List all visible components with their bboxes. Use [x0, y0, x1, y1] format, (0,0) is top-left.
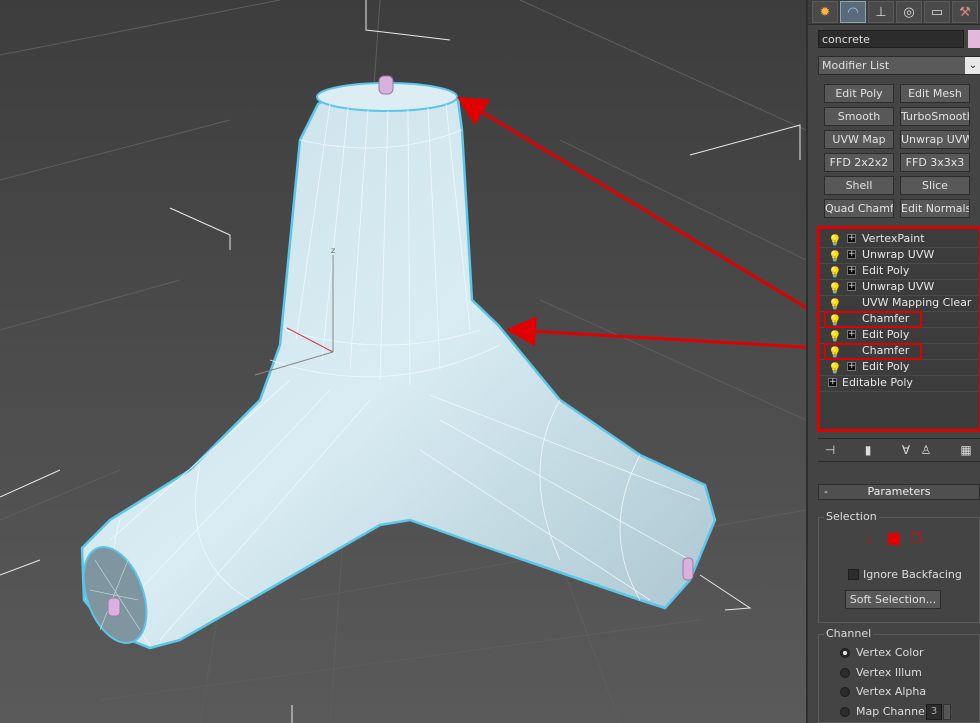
edit-normals-button[interactable]: Edit Normals	[900, 199, 970, 218]
chevron-down-icon: ⌄	[965, 57, 980, 74]
element-select-icon[interactable]: ❒	[910, 532, 922, 547]
ignore-backfacing-checkbox[interactable]	[848, 569, 859, 580]
ffd-3x3x3-button[interactable]: FFD 3x3x3	[900, 153, 970, 172]
vertex-select-icon[interactable]: ⁘	[864, 534, 874, 548]
lightbulb-icon[interactable]: 💡	[828, 281, 842, 295]
vertex-alpha-radio[interactable]	[840, 687, 850, 697]
spinner-arrows-icon[interactable]	[943, 704, 951, 720]
display-tab[interactable]: ▭	[924, 1, 950, 23]
stack-item-label: VertexPaint	[862, 232, 925, 245]
expand-icon[interactable]: +	[847, 250, 856, 259]
parameters-rollout-header[interactable]: - Parameters	[818, 484, 980, 500]
map-channel-spinner[interactable]: 3	[926, 704, 942, 720]
chamfer-highlight	[824, 311, 922, 328]
vertex-alpha-label: Vertex Alpha	[856, 685, 927, 698]
channel-group-label: Channel	[824, 627, 874, 640]
expand-icon[interactable]: +	[847, 266, 856, 275]
stack-item-base[interactable]: + Editable Poly	[820, 375, 979, 392]
lightbulb-icon[interactable]: 💡	[828, 361, 842, 375]
lightbulb-icon[interactable]: 💡	[828, 233, 842, 247]
axis-z-label: z	[331, 246, 335, 255]
stack-item-label: Edit Poly	[862, 264, 910, 277]
modifier-list-dropdown[interactable]: Modifier List ⌄	[818, 56, 980, 75]
uvw-map-button[interactable]: UVW Map	[824, 130, 894, 149]
stack-item[interactable]: 💡 + Unwrap UVW	[820, 247, 979, 264]
stack-item[interactable]: 💡 + VertexPaint	[820, 231, 979, 248]
expand-icon[interactable]: +	[847, 234, 856, 243]
shell-button[interactable]: Shell	[824, 176, 894, 195]
object-color-swatch[interactable]	[968, 30, 980, 48]
object-name-field[interactable]: concrete	[818, 30, 964, 48]
make-unique-icon[interactable]: ∀	[898, 442, 914, 458]
turbosmooth-button[interactable]: TurboSmooth	[900, 107, 970, 126]
hierarchy-tab[interactable]: ⊥	[868, 1, 894, 23]
display-icon: ▭	[930, 4, 944, 20]
collapse-icon: -	[824, 485, 828, 498]
perspective-viewport[interactable]: z	[0, 0, 806, 723]
quad-chamfer-button[interactable]: Quad Chamfer	[824, 199, 894, 218]
stack-item[interactable]: 💡 + Edit Poly	[820, 327, 979, 344]
expand-icon[interactable]: +	[847, 362, 856, 371]
stack-item-label: Editable Poly	[842, 376, 913, 389]
vertex-illum-label: Vertex Illum	[856, 666, 922, 679]
remove-modifier-icon[interactable]: ♙	[918, 442, 934, 458]
ffd-2x2x2-button[interactable]: FFD 2x2x2	[824, 153, 894, 172]
stack-item-label: Edit Poly	[862, 360, 910, 373]
stack-toolbar: ⊣ ▮ ∀ ♙ ▦	[818, 438, 980, 462]
modify-tab[interactable]: ◠	[840, 1, 866, 23]
unwrap-uvw-button[interactable]: Unwrap UVW	[900, 130, 970, 149]
stack-item[interactable]: 💡 + Edit Poly	[820, 263, 979, 280]
stack-item-label: Edit Poly	[862, 328, 910, 341]
stack-item[interactable]: 💡 + Unwrap UVW	[820, 279, 979, 296]
soft-selection-button[interactable]: Soft Selection...	[845, 590, 941, 609]
face-select-icon[interactable]	[888, 533, 900, 545]
map-channel-radio[interactable]	[840, 707, 850, 717]
command-panel-tabs: ✹ ◠ ⊥ ◎ ▭ ⚒	[808, 0, 980, 25]
edit-poly-button[interactable]: Edit Poly	[824, 84, 894, 103]
hierarchy-icon: ⊥	[875, 4, 887, 20]
lightbulb-icon[interactable]: 💡	[828, 329, 842, 343]
lightbulb-icon[interactable]: 💡	[828, 265, 842, 279]
stack-item[interactable]: 💡 UVW Mapping Clear	[820, 295, 979, 312]
vertex-color-label: Vertex Color	[856, 646, 924, 659]
parameters-title: Parameters	[867, 485, 931, 498]
create-icon: ✹	[819, 4, 831, 20]
motion-tab[interactable]: ◎	[896, 1, 922, 23]
modify-icon: ◠	[847, 4, 859, 20]
vertex-illum-radio[interactable]	[840, 668, 850, 678]
map-channel-label: Map Channel	[856, 705, 928, 718]
utilities-icon: ⚒	[959, 4, 971, 20]
slice-button[interactable]: Slice	[900, 176, 970, 195]
viewport-canvas: z	[0, 0, 806, 723]
motion-icon: ◎	[903, 4, 915, 20]
edit-mesh-button[interactable]: Edit Mesh	[900, 84, 970, 103]
stack-item-label: Unwrap UVW	[862, 280, 935, 293]
lightbulb-icon[interactable]: 💡	[828, 249, 842, 263]
selection-group-label: Selection	[824, 510, 879, 523]
stack-item-label: UVW Mapping Clear	[862, 296, 972, 309]
expand-icon[interactable]: +	[847, 330, 856, 339]
expand-icon[interactable]: +	[828, 378, 837, 387]
modifier-stack: 💡 + VertexPaint 💡 + Unwrap UVW 💡 + Edit …	[817, 226, 980, 432]
pin-stack-icon[interactable]: ⊣	[822, 442, 838, 458]
configure-sets-icon[interactable]: ▦	[958, 442, 974, 458]
vertex-color-radio[interactable]	[840, 648, 850, 658]
expand-icon[interactable]: +	[847, 282, 856, 291]
ignore-backfacing-label: Ignore Backfacing	[863, 568, 962, 581]
modifier-list-label: Modifier List	[822, 59, 890, 72]
stack-item-label: Unwrap UVW	[862, 248, 935, 261]
smooth-button[interactable]: Smooth	[824, 107, 894, 126]
stack-item[interactable]: 💡 + Edit Poly	[820, 359, 979, 376]
lightbulb-icon[interactable]: 💡	[828, 297, 842, 311]
utilities-tab[interactable]: ⚒	[952, 1, 978, 23]
create-tab[interactable]: ✹	[812, 1, 838, 23]
command-panel: ✹ ◠ ⊥ ◎ ▭ ⚒ concrete Modifier List ⌄ Edi…	[806, 0, 980, 723]
chamfer-highlight	[824, 343, 922, 360]
show-end-result-icon[interactable]: ▮	[860, 442, 876, 458]
